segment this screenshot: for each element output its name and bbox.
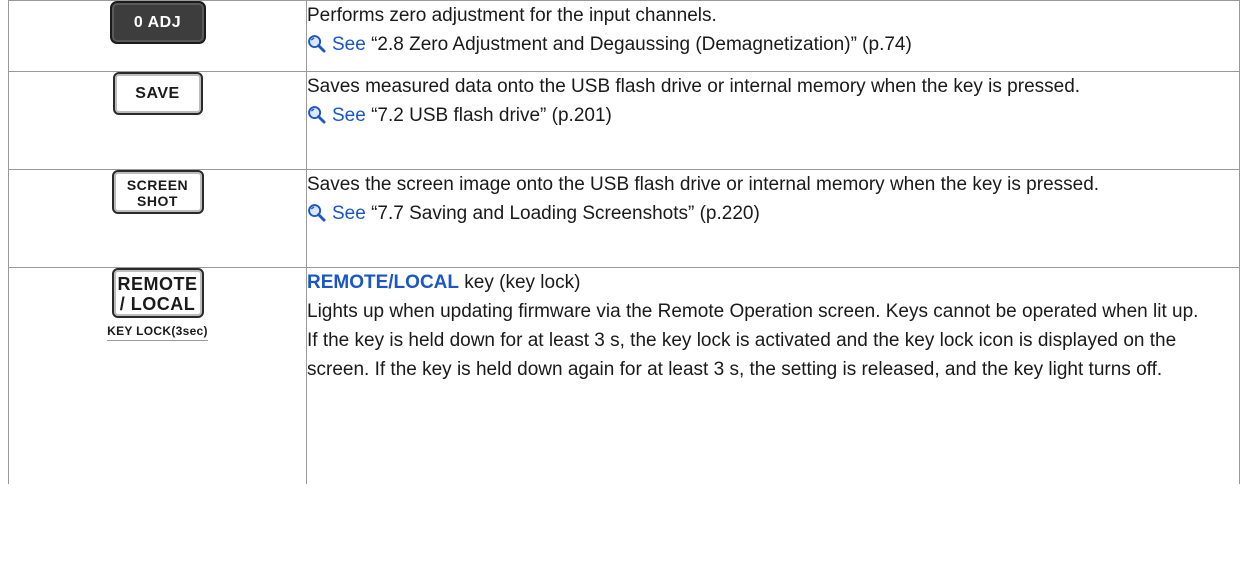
screen-shot-key: SCREEN SHOT	[111, 170, 204, 214]
description-text: If the key is held down for at least 3 s…	[307, 330, 1177, 380]
key-title: REMOTE/LOCAL key (key lock)	[307, 268, 1239, 297]
description-cell: Saves measured data onto the USB flash d…	[306, 71, 1240, 170]
key-cell: SAVE	[8, 71, 307, 170]
remote-local-key: REMOTE / LOCAL	[111, 268, 204, 318]
see-label: See	[332, 34, 366, 55]
zero-adj-key: 0 ADJ	[109, 1, 206, 44]
description-cell: REMOTE/LOCAL key (key lock) Lights up wh…	[306, 267, 1240, 484]
reference-link[interactable]: “7.2 USB flash drive” (p.201)	[371, 105, 612, 126]
description-text: Saves the screen image onto the USB flas…	[307, 174, 1100, 195]
magnifier-icon	[308, 35, 326, 53]
key-name: REMOTE/LOCAL	[307, 272, 459, 293]
reference-line: See “7.7 Saving and Loading Screenshots”…	[307, 199, 1239, 228]
table-row: SAVE Saves measured data onto the USB fl…	[8, 71, 1240, 170]
key-cell: 0 ADJ	[8, 0, 307, 72]
table-row: REMOTE / LOCAL KEY LOCK(3sec) REMOTE/LOC…	[8, 267, 1240, 484]
description-text: Lights up when updating firmware via the…	[307, 301, 1199, 322]
reference-line: See “7.2 USB flash drive” (p.201)	[307, 101, 1239, 130]
reference-link[interactable]: “7.7 Saving and Loading Screenshots” (p.…	[371, 203, 760, 224]
key-description-table: 0 ADJ Performs zero adjustment for the i…	[8, 0, 1240, 484]
table-row: 0 ADJ Performs zero adjustment for the i…	[8, 0, 1240, 72]
key-line: SHOT	[137, 193, 178, 209]
description-text: Performs zero adjustment for the input c…	[307, 5, 717, 26]
magnifier-icon	[308, 204, 326, 222]
reference-link[interactable]: “2.8 Zero Adjustment and Degaussing (Dem…	[371, 34, 912, 55]
key-line: / LOCAL	[119, 294, 196, 314]
save-key: SAVE	[112, 72, 203, 115]
key-lock-label: KEY LOCK(3sec)	[107, 324, 208, 341]
key-line: SCREEN	[126, 177, 189, 193]
see-label: See	[332, 105, 366, 126]
table-row: SCREEN SHOT Saves the screen image onto …	[8, 169, 1240, 268]
key-line: REMOTE	[117, 274, 198, 294]
description-cell: Saves the screen image onto the USB flas…	[306, 169, 1240, 268]
reference-line: See “2.8 Zero Adjustment and Degaussing …	[307, 30, 1239, 59]
magnifier-icon	[308, 106, 326, 124]
key-title-rest: key (key lock)	[459, 272, 581, 293]
description-cell: Performs zero adjustment for the input c…	[306, 0, 1240, 72]
key-cell: SCREEN SHOT	[8, 169, 307, 268]
description-text: Saves measured data onto the USB flash d…	[307, 76, 1081, 97]
key-cell: REMOTE / LOCAL KEY LOCK(3sec)	[8, 267, 307, 484]
see-label: See	[332, 203, 366, 224]
